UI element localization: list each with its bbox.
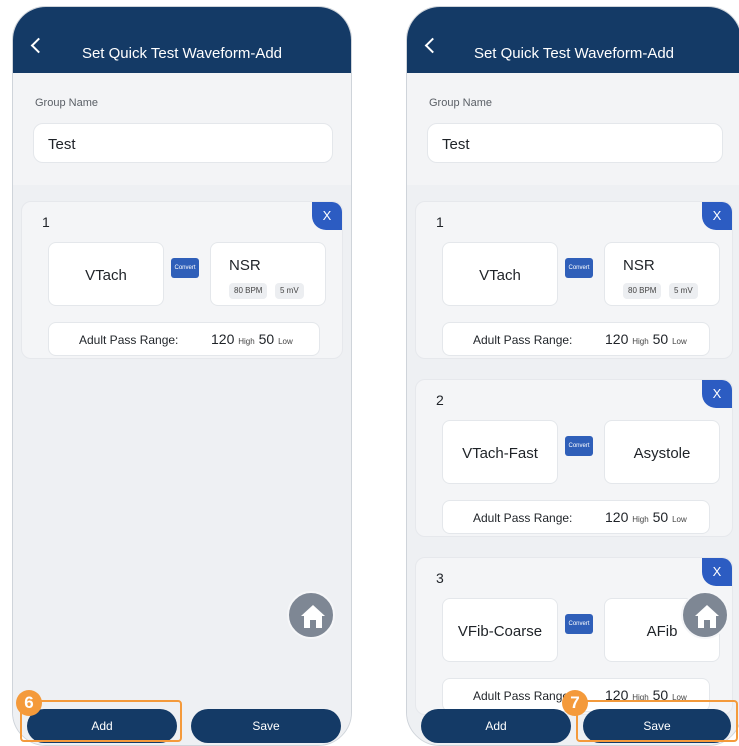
- save-button[interactable]: Save: [191, 709, 341, 743]
- page-title: Set Quick Test Waveform-Add: [473, 45, 675, 62]
- pass-range-label: Adult Pass Range:: [473, 333, 573, 347]
- to-waveform-box[interactable]: NSR 80 BPM 5 mV: [604, 242, 720, 306]
- group-name-label: Group Name: [429, 97, 492, 109]
- pass-range-values: 120 High 50 Low: [211, 331, 293, 347]
- pass-range-row[interactable]: Adult Pass Range: 120 High 50 Low: [48, 322, 320, 356]
- step-badge-7: 7: [562, 690, 588, 716]
- group-number: 2: [436, 392, 444, 408]
- group-number: 3: [436, 570, 444, 586]
- header-bar: Set Quick Test Waveform-Add: [13, 7, 351, 73]
- add-button[interactable]: Add: [421, 709, 571, 743]
- from-waveform-name: VTach: [85, 267, 127, 284]
- to-waveform-name: Asystole: [633, 445, 691, 462]
- to-waveform-box[interactable]: NSR 80 BPM 5 mV: [210, 242, 326, 306]
- group-number: 1: [436, 214, 444, 230]
- convert-icon: Convert: [565, 436, 593, 456]
- step-highlight-add: [20, 700, 182, 742]
- pass-range-row[interactable]: Adult Pass Range: 120 High 50 Low: [442, 500, 710, 534]
- home-button[interactable]: [287, 591, 335, 639]
- to-waveform-name: NSR: [229, 257, 261, 274]
- from-waveform-name: VTach: [479, 267, 521, 284]
- convert-icon: Convert: [565, 258, 593, 278]
- amplitude-chip: 5 mV: [275, 283, 304, 299]
- pass-range-values: 120 High 50 Low: [605, 509, 687, 525]
- header-bar: Set Quick Test Waveform-Add: [407, 7, 739, 73]
- group-number: 1: [42, 214, 50, 230]
- phone-screen-left: Set Quick Test Waveform-Add Group Name T…: [12, 6, 352, 746]
- from-waveform-box[interactable]: VTach: [48, 242, 164, 306]
- convert-icon: Convert: [565, 614, 593, 634]
- phone-screen-right: Set Quick Test Waveform-Add Group Name T…: [406, 6, 739, 746]
- pass-range-label: Adult Pass Range:: [79, 333, 179, 347]
- pass-range-values: 120 High 50 Low: [605, 331, 687, 347]
- pass-range-label: Adult Pass Range:: [473, 689, 573, 703]
- group-name-label: Group Name: [35, 97, 98, 109]
- waveform-group-card: 2 X VTach-Fast Convert Asystole Adult Pa…: [415, 379, 733, 537]
- remove-group-button[interactable]: X: [702, 558, 732, 586]
- pass-range-label: Adult Pass Range:: [473, 511, 573, 525]
- amplitude-chip: 5 mV: [669, 283, 698, 299]
- from-waveform-name: VFib-Coarse: [457, 623, 543, 640]
- remove-group-button[interactable]: X: [702, 202, 732, 230]
- from-waveform-box[interactable]: VFib-Coarse: [442, 598, 558, 662]
- to-waveform-box[interactable]: Asystole: [604, 420, 720, 484]
- page-title: Set Quick Test Waveform-Add: [81, 45, 283, 62]
- step-highlight-save: [576, 700, 738, 742]
- remove-group-button[interactable]: X: [702, 380, 732, 408]
- convert-icon: Convert: [171, 258, 199, 278]
- group-name-input[interactable]: Test: [33, 123, 333, 163]
- waveform-group-card: 1 X VTach Convert NSR 80 BPM 5 mV Adult …: [415, 201, 733, 359]
- from-waveform-box[interactable]: VTach-Fast: [442, 420, 558, 484]
- bpm-chip: 80 BPM: [623, 283, 662, 299]
- step-badge-6: 6: [16, 690, 42, 716]
- waveform-group-card: 1 X VTach Convert NSR 80 BPM 5 mV Adult …: [21, 201, 343, 359]
- home-button[interactable]: [681, 591, 729, 639]
- remove-group-button[interactable]: X: [312, 202, 342, 230]
- bpm-chip: 80 BPM: [229, 283, 268, 299]
- pass-range-row[interactable]: Adult Pass Range: 120 High 50 Low: [442, 322, 710, 356]
- group-name-input[interactable]: Test: [427, 123, 723, 163]
- from-waveform-name: VTach-Fast: [462, 445, 538, 462]
- to-waveform-name: NSR: [623, 257, 655, 274]
- from-waveform-box[interactable]: VTach: [442, 242, 558, 306]
